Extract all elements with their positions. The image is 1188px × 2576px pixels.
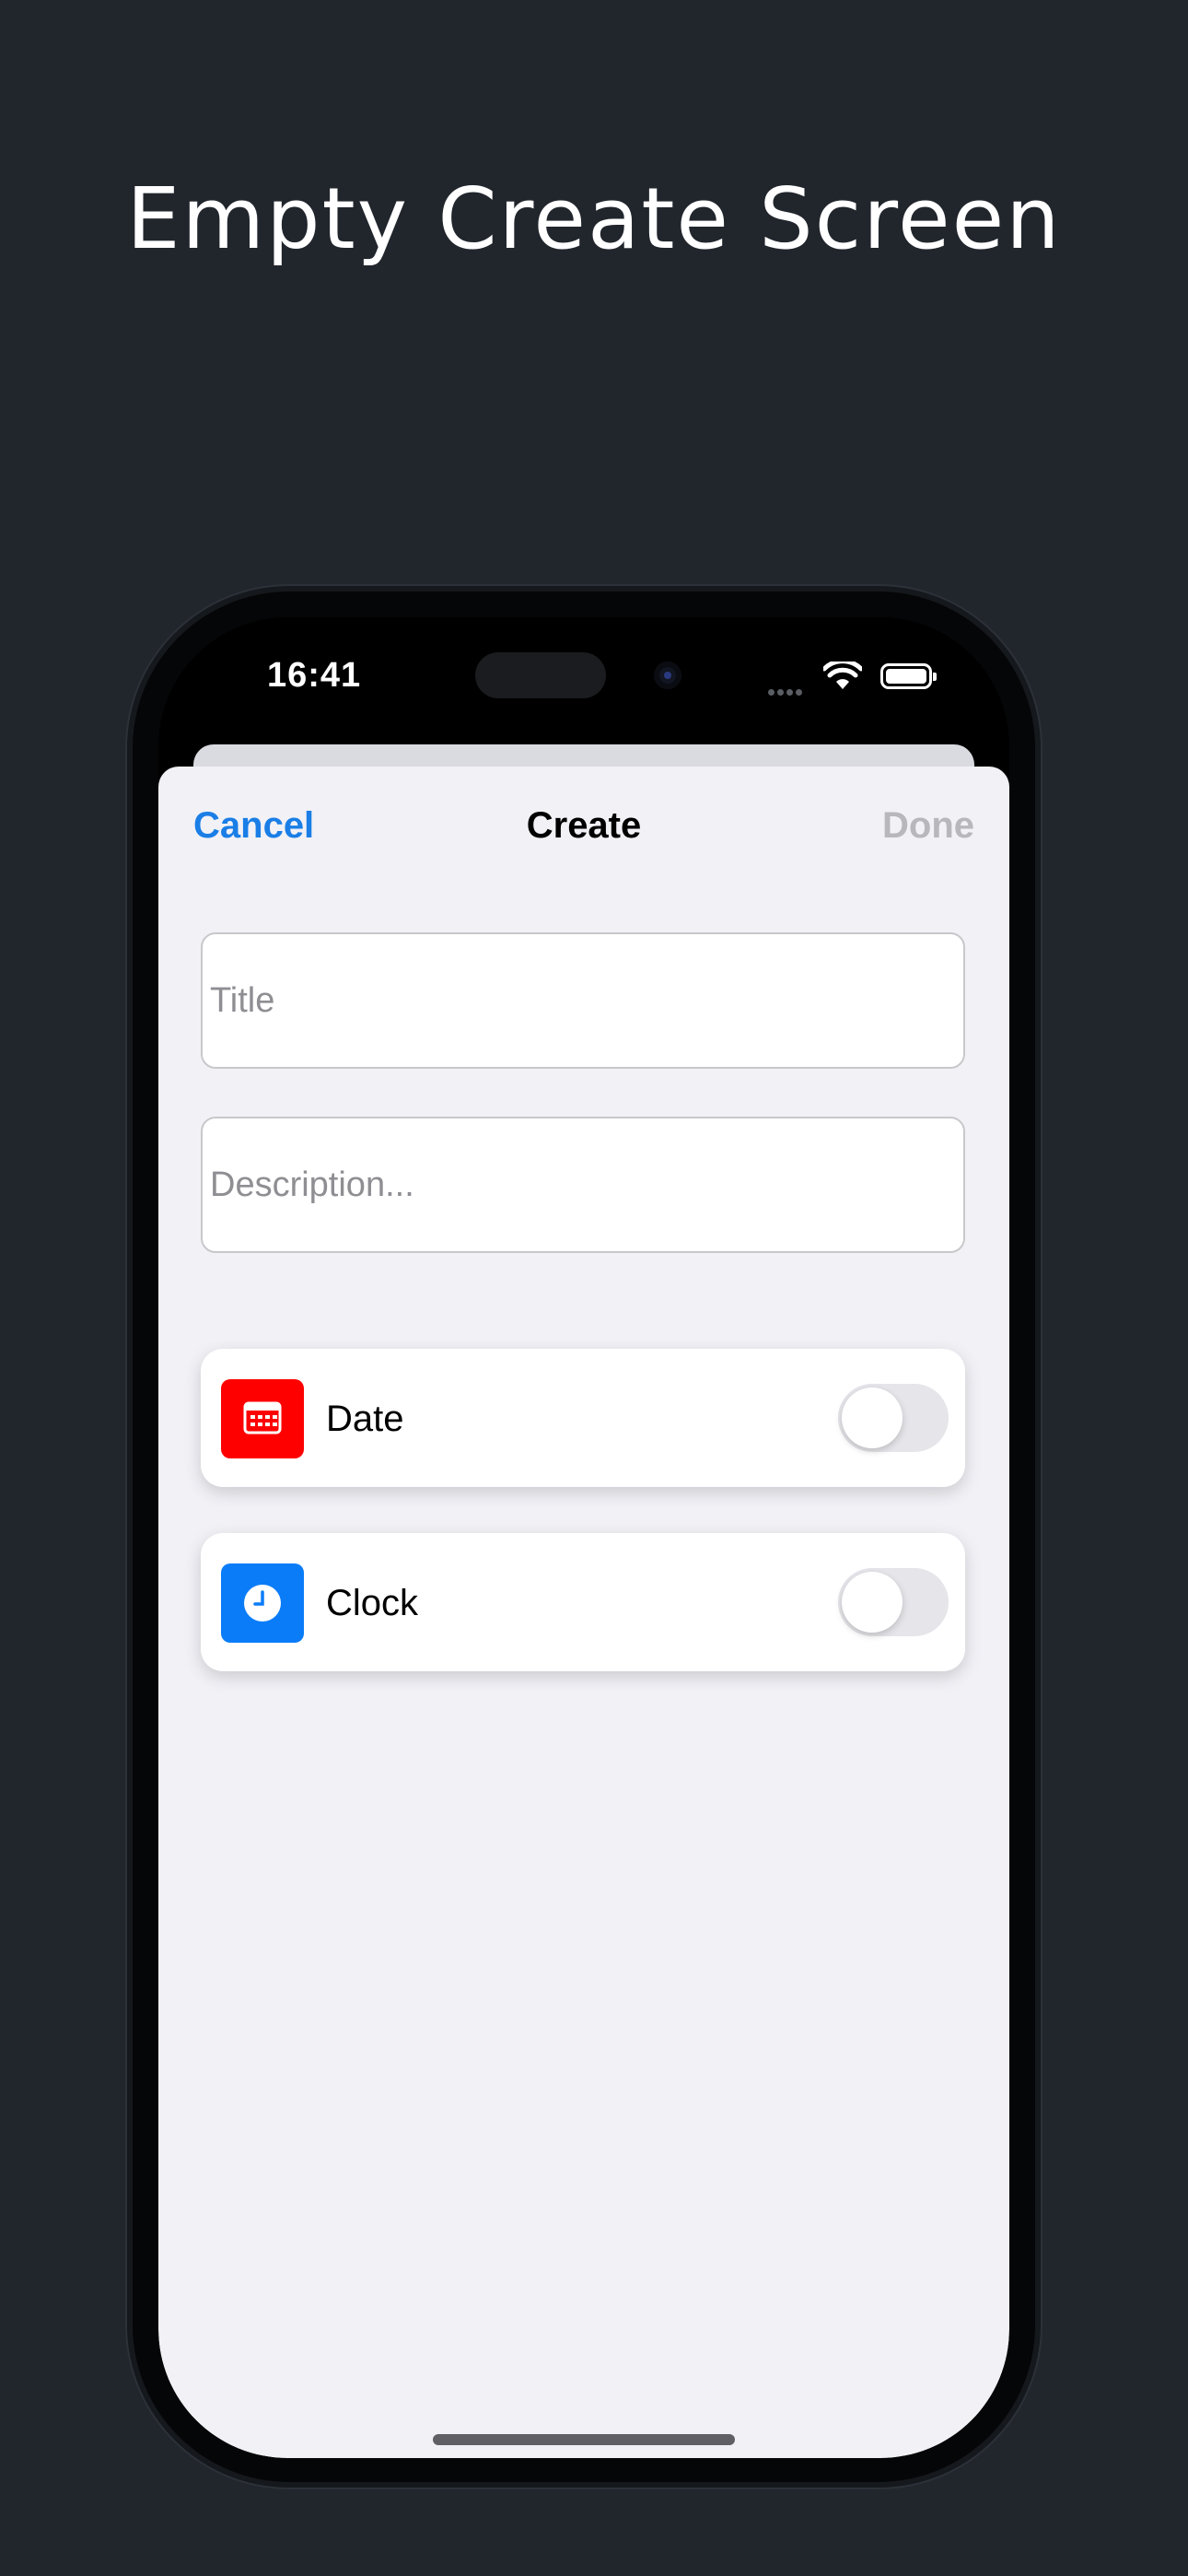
battery-icon [880, 663, 937, 689]
cancel-button[interactable]: Cancel [193, 805, 314, 847]
phone-screen: 16:41 Create Cancel Done Title Descripti… [158, 617, 1009, 2458]
date-label: Date [326, 1399, 404, 1439]
done-button[interactable]: Done [882, 805, 974, 847]
phone-side-button-right [1035, 1152, 1041, 1354]
title-input[interactable] [201, 932, 965, 1069]
wifi-icon [821, 659, 864, 696]
page-headline: Empty Create Screen [126, 170, 1062, 268]
clock-toggle-knob [842, 1572, 903, 1633]
home-indicator[interactable] [433, 2434, 735, 2445]
date-option-row[interactable]: Date [201, 1349, 965, 1487]
clock-icon [221, 1563, 304, 1643]
camera-icon [654, 662, 681, 689]
status-time: 16:41 [267, 656, 362, 695]
cellular-signal-icon [768, 684, 805, 700]
create-sheet: Create Cancel Done Date [158, 767, 1009, 2458]
date-toggle-knob [842, 1388, 903, 1448]
dynamic-island [475, 652, 606, 698]
date-toggle[interactable] [838, 1384, 949, 1452]
description-input[interactable] [201, 1117, 965, 1253]
clock-option-row[interactable]: Clock [201, 1533, 965, 1671]
clock-toggle[interactable] [838, 1568, 949, 1636]
calendar-icon [221, 1379, 304, 1458]
clock-label: Clock [326, 1583, 419, 1623]
